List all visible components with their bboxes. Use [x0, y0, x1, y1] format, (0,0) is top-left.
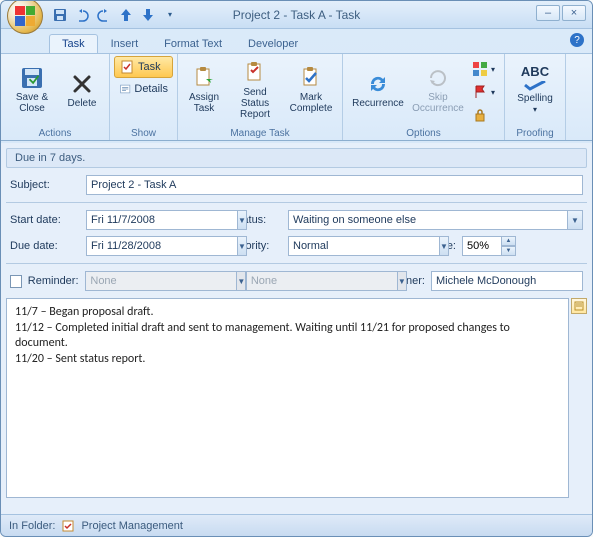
folder-name[interactable]: Project Management	[81, 520, 183, 532]
previous-item-icon[interactable]	[117, 6, 135, 24]
save-and-close-label: Save & Close	[8, 92, 56, 114]
reminder-label: Reminder:	[28, 275, 80, 287]
abc-icon: ABC	[521, 65, 549, 79]
status-bar: In Folder: Project Management	[1, 514, 592, 536]
check-icon	[521, 81, 549, 91]
status-select[interactable]: ▼	[288, 210, 583, 230]
task-icon	[119, 59, 135, 75]
group-options-label: Options	[343, 128, 504, 139]
tab-insert[interactable]: Insert	[98, 34, 152, 53]
delete-button[interactable]: Delete	[59, 56, 105, 124]
disk-icon	[20, 66, 44, 90]
start-date-input[interactable]: ▼	[86, 210, 206, 230]
delete-icon	[70, 72, 94, 96]
group-manage-label: Manage Task	[178, 128, 342, 139]
form-body: Due in 7 days. Subject: Start date: ▼ St…	[1, 143, 592, 514]
group-proofing-label: Proofing	[505, 128, 565, 139]
categorize-button[interactable]: ▾	[467, 58, 500, 80]
app-window: ▾ Project 2 - Task A - Task – × Task Ins…	[0, 0, 593, 537]
reminder-time-input: ▼	[246, 271, 356, 291]
chevron-down-icon[interactable]: ▼	[567, 210, 583, 230]
info-bar: Due in 7 days.	[6, 148, 587, 168]
subject-label: Subject:	[10, 179, 80, 191]
skip-occurrence-button: Skip Occurrence	[409, 56, 467, 124]
spin-down-icon[interactable]: ▼	[502, 246, 516, 256]
assign-icon	[192, 66, 216, 90]
quick-access-toolbar: ▾	[51, 6, 179, 24]
help-icon[interactable]: ?	[570, 33, 584, 47]
start-date-label: Start date:	[10, 214, 80, 226]
follow-up-button[interactable]: ▾	[467, 81, 500, 103]
spelling-button[interactable]: ABC Spelling▾	[509, 56, 561, 124]
chevron-down-icon[interactable]: ▼	[237, 236, 247, 256]
lock-icon	[472, 107, 488, 123]
chevron-down-icon: ▼	[397, 271, 407, 291]
office-button[interactable]	[7, 0, 43, 34]
notes-options-icon[interactable]	[571, 298, 587, 314]
group-show-label: Show	[110, 128, 177, 139]
priority-select[interactable]: ▼	[288, 236, 378, 256]
show-task-button[interactable]: Task	[114, 56, 173, 78]
flag-icon	[472, 84, 488, 100]
show-details-button[interactable]: Details	[114, 78, 173, 100]
ribbon-tabs: Task Insert Format Text Developer ?	[1, 29, 592, 53]
delete-label: Delete	[68, 98, 97, 109]
due-date-input[interactable]: ▼	[86, 236, 206, 256]
categorize-icon	[472, 61, 488, 77]
skip-icon	[426, 66, 450, 90]
recurrence-button[interactable]: Recurrence	[347, 56, 409, 124]
percent-complete-input[interactable]: ▲▼	[462, 236, 516, 256]
undo-icon[interactable]	[73, 6, 91, 24]
tab-task[interactable]: Task	[49, 34, 98, 53]
group-actions-label: Actions	[1, 128, 109, 139]
status-report-icon	[243, 61, 267, 85]
minimize-button[interactable]: –	[536, 5, 560, 21]
private-button[interactable]	[467, 104, 500, 126]
subject-input[interactable]	[86, 175, 583, 195]
chevron-down-icon: ▼	[236, 271, 246, 291]
chevron-down-icon[interactable]: ▼	[439, 236, 449, 256]
office-logo-icon	[15, 6, 35, 26]
complete-icon	[299, 66, 323, 90]
tab-format-text[interactable]: Format Text	[151, 34, 235, 53]
notes-textarea[interactable]: 11/7 – Began proposal draft. 11/12 – Com…	[6, 298, 569, 498]
mark-complete-button[interactable]: Mark Complete	[284, 56, 338, 124]
tab-developer[interactable]: Developer	[235, 34, 311, 53]
ribbon: Save & Close Delete Actions Task Details…	[1, 53, 592, 141]
qat-customize-icon[interactable]: ▾	[161, 6, 179, 24]
in-folder-label: In Folder:	[9, 520, 55, 532]
owner-field	[431, 271, 583, 291]
recurrence-icon	[366, 72, 390, 96]
redo-icon[interactable]	[95, 6, 113, 24]
assign-task-button[interactable]: Assign Task	[182, 56, 226, 124]
save-icon[interactable]	[51, 6, 69, 24]
reminder-date-input: ▼	[85, 271, 205, 291]
spin-up-icon[interactable]: ▲	[502, 236, 516, 246]
save-and-close-button[interactable]: Save & Close	[5, 56, 59, 124]
due-date-label: Due date:	[10, 240, 80, 252]
details-icon	[119, 81, 131, 97]
reminder-checkbox[interactable]	[10, 275, 22, 288]
send-status-report-button[interactable]: Send Status Report	[226, 56, 284, 124]
next-item-icon[interactable]	[139, 6, 157, 24]
chevron-down-icon[interactable]: ▼	[237, 210, 247, 230]
task-folder-icon	[61, 519, 75, 533]
close-button[interactable]: ×	[562, 5, 586, 21]
titlebar: ▾ Project 2 - Task A - Task – ×	[1, 1, 592, 29]
